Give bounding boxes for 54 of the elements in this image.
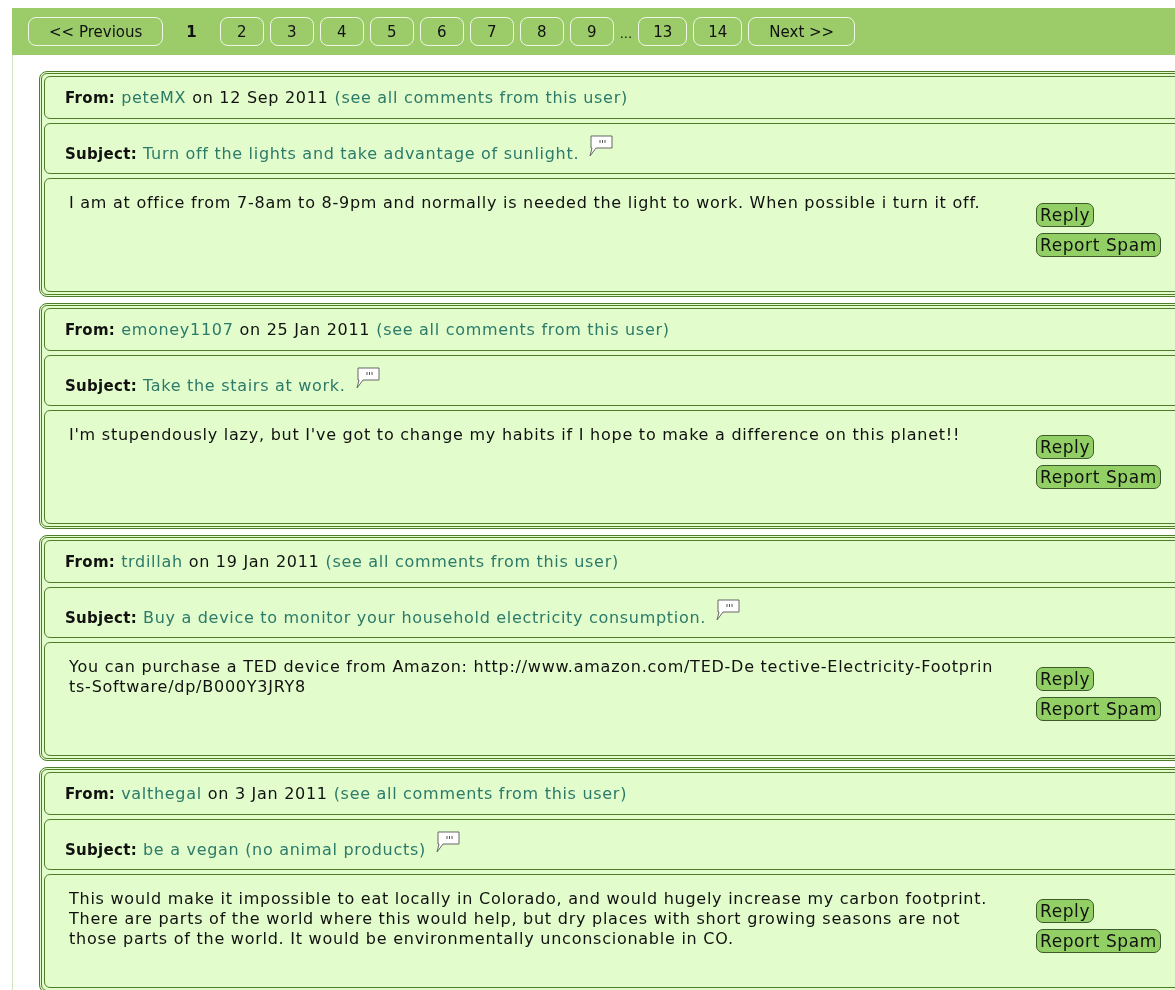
- page-link[interactable]: 2: [219, 17, 264, 46]
- username-link[interactable]: peteMX: [121, 88, 187, 107]
- see-all-link[interactable]: (see all comments from this user): [334, 88, 628, 107]
- reply-button[interactable]: Reply: [1036, 203, 1095, 227]
- reply-button[interactable]: Reply: [1036, 899, 1095, 923]
- from-label: From:: [65, 320, 116, 339]
- subject-link[interactable]: be a vegan (no animal products): [143, 840, 426, 859]
- see-all-link[interactable]: (see all comments from this user): [376, 320, 670, 339]
- from-label: From:: [65, 88, 116, 107]
- speech-bubble-icon[interactable]: [353, 367, 380, 389]
- subject-link[interactable]: Buy a device to monitor your household electricity consumption.: [143, 608, 707, 627]
- username-link[interactable]: emoney1107: [121, 320, 234, 339]
- from-label: From:: [65, 552, 116, 571]
- report-spam-button[interactable]: Report Spam: [1036, 697, 1161, 721]
- comment-text: This would make it impossible to eat locally in Colorado, and would hugely increase my carbon footprint. There are parts of the world where this would help, but dry places with short growing seasons are not those parts of the world. It would be environmentally unconscionable in CO.: [69, 889, 989, 949]
- subject-label: Subject:: [65, 841, 137, 859]
- comment-text: You can purchase a TED device from Amazon: http://www.amazon.com/TED-De tective-Electricity-Footprin ts-Software/dp/B000Y3JRY8: [69, 657, 995, 697]
- subject-link[interactable]: Take the stairs at work.: [143, 376, 346, 395]
- subject-label: Subject:: [65, 609, 137, 627]
- username-link[interactable]: trdillah: [121, 552, 183, 571]
- subject-label: Subject:: [65, 377, 137, 395]
- page-link[interactable]: 14: [693, 17, 743, 46]
- previous-page-link[interactable]: << Previous: [28, 17, 164, 46]
- reply-button[interactable]: Reply: [1036, 667, 1095, 691]
- page-link[interactable]: 13: [638, 17, 688, 46]
- current-page[interactable]: 1: [175, 17, 208, 46]
- page-link[interactable]: 7: [469, 17, 514, 46]
- comment-date: on 19 Jan 2011: [188, 552, 320, 571]
- page-link[interactable]: 6: [419, 17, 464, 46]
- subject-label: Subject:: [65, 145, 137, 163]
- comment-date: on 3 Jan 2011: [207, 784, 328, 803]
- comment-date: on 12 Sep 2011: [192, 88, 329, 107]
- report-spam-button[interactable]: Report Spam: [1036, 465, 1161, 489]
- page-link[interactable]: 9: [569, 17, 614, 46]
- subject-link[interactable]: Turn off the lights and take advantage of sunlight.: [143, 144, 580, 163]
- speech-bubble-icon[interactable]: [587, 135, 614, 157]
- report-spam-button[interactable]: Report Spam: [1036, 233, 1161, 257]
- comment-text: I am at office from 7-8am to 8-9pm and normally is needed the light to work. When possible i turn it off.: [69, 193, 982, 213]
- username-link[interactable]: valthegal: [121, 784, 202, 803]
- next-page-link[interactable]: Next >>: [748, 17, 856, 46]
- comment-text: I'm stupendously lazy, but I've got to change my habits if I hope to make a difference on this planet!!: [69, 425, 962, 445]
- see-all-link[interactable]: (see all comments from this user): [325, 552, 619, 571]
- speech-bubble-icon[interactable]: [433, 831, 460, 853]
- see-all-link[interactable]: (see all comments from this user): [333, 784, 628, 803]
- from-label: From:: [65, 784, 116, 803]
- page-link[interactable]: 8: [519, 17, 564, 46]
- speech-bubble-icon[interactable]: [714, 599, 741, 621]
- comment-date: on 25 Jan 2011: [239, 320, 371, 339]
- page-link[interactable]: 5: [369, 17, 414, 46]
- ellipsis: ...: [619, 26, 633, 41]
- report-spam-button[interactable]: Report Spam: [1036, 929, 1161, 953]
- reply-button[interactable]: Reply: [1036, 435, 1095, 459]
- page-link[interactable]: 4: [319, 17, 364, 46]
- page-link[interactable]: 3: [269, 17, 314, 46]
